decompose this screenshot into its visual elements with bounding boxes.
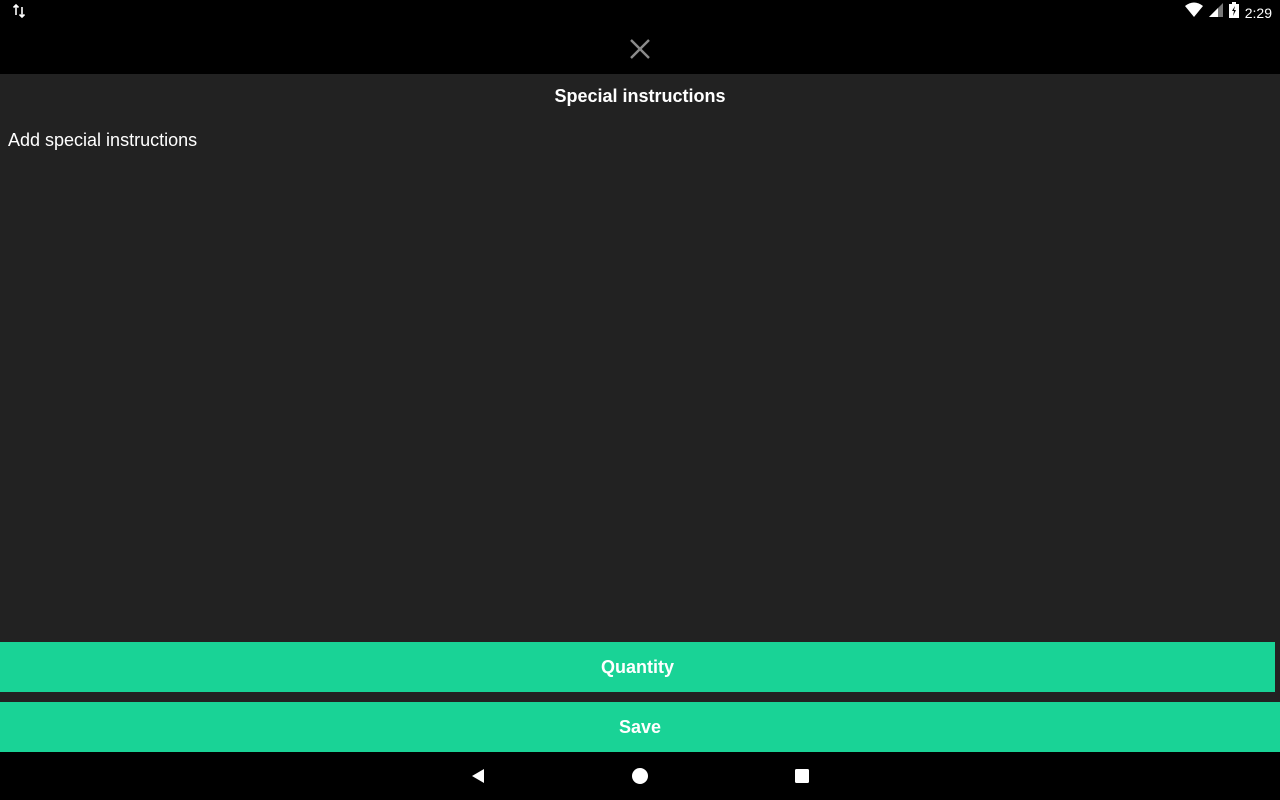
close-button[interactable] — [625, 34, 655, 64]
recents-icon — [795, 769, 809, 783]
battery-charging-icon — [1228, 2, 1239, 23]
recents-button[interactable] — [790, 764, 814, 788]
toolbar — [0, 24, 1280, 74]
wifi-icon — [1184, 2, 1203, 23]
dialog-content: Special instructions Quantity Save — [0, 74, 1280, 752]
status-time: 2:29 — [1244, 4, 1272, 21]
close-icon — [630, 39, 650, 59]
special-instructions-input[interactable] — [0, 130, 1280, 630]
home-icon — [632, 768, 648, 784]
signal-icon — [1208, 3, 1223, 22]
dialog-title: Special instructions — [554, 86, 726, 106]
back-button[interactable] — [466, 764, 490, 788]
status-bar: 2:29 — [0, 0, 1280, 24]
quantity-button[interactable]: Quantity — [0, 642, 1275, 692]
back-icon — [472, 769, 484, 783]
navigation-bar — [0, 752, 1280, 800]
home-button[interactable] — [628, 764, 652, 788]
save-button[interactable]: Save — [0, 702, 1280, 752]
data-transfer-icon — [12, 3, 26, 24]
